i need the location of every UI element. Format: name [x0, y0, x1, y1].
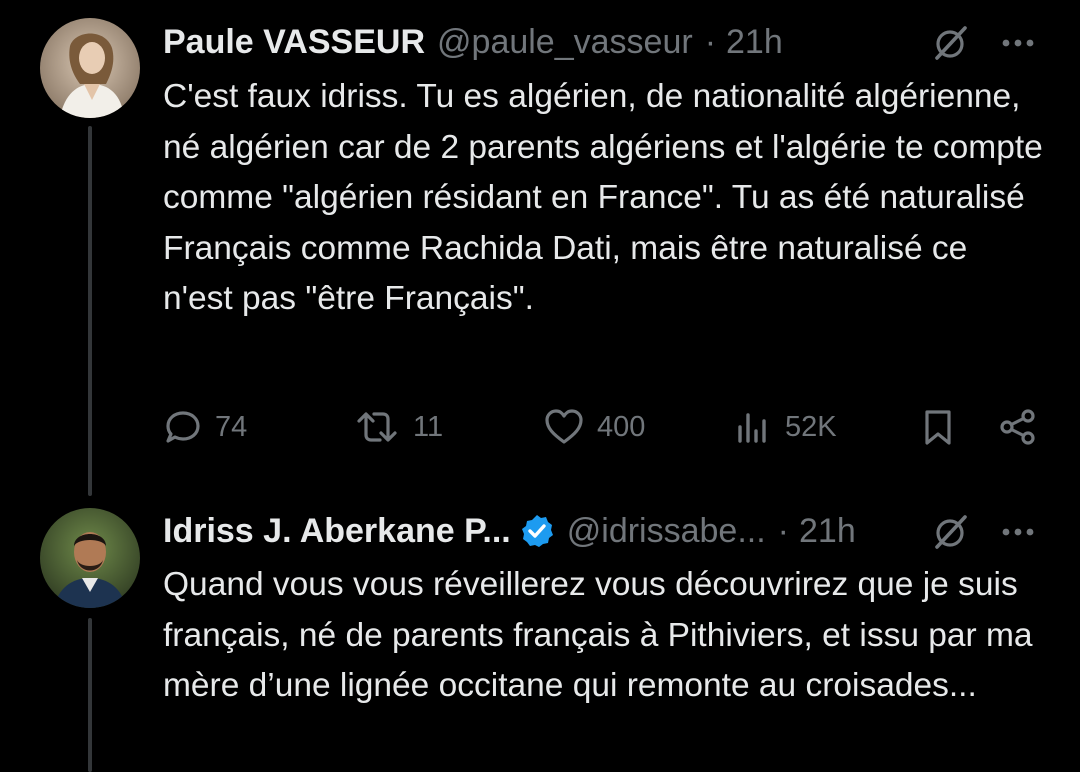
- repost-button[interactable]: 11: [353, 402, 443, 452]
- timestamp[interactable]: 21h: [726, 23, 783, 62]
- separator-dot: ·: [777, 511, 789, 550]
- author-handle[interactable]: @paule_vasseur: [437, 23, 693, 62]
- speech-bubble-icon: [163, 407, 203, 447]
- more-dots-icon[interactable]: [998, 23, 1038, 63]
- repost-count: 11: [413, 410, 444, 443]
- share-button[interactable]: [998, 402, 1038, 452]
- tweet-header: Paule VASSEUR @paule_vasseur · 21h: [163, 18, 783, 66]
- reply-button[interactable]: 74: [163, 402, 247, 452]
- bookmark-button[interactable]: [918, 402, 958, 452]
- views-button[interactable]: 52K: [733, 402, 837, 452]
- author-name[interactable]: Paule VASSEUR: [163, 23, 425, 62]
- repost-arrows-icon: [353, 407, 401, 447]
- verified-badge-icon: [519, 513, 555, 549]
- grok-slash-circle-icon[interactable]: [931, 23, 971, 63]
- separator-dot: ·: [704, 22, 717, 61]
- tweet-text: Quand vous vous réveillerez vous découvr…: [163, 566, 1033, 704]
- author-name[interactable]: Idriss J. Aberkane P...: [163, 512, 511, 551]
- tweet-text: C'est faux idriss. Tu es algérien, de na…: [163, 78, 1043, 317]
- thread-line: [88, 618, 92, 772]
- share-icon: [998, 407, 1038, 447]
- tweet-paule-vasseur[interactable]: Paule VASSEUR @paule_vasseur · 21h C'est…: [0, 0, 1080, 500]
- view-count: 52K: [785, 410, 837, 443]
- heart-icon: [543, 407, 585, 447]
- thread-line: [88, 126, 92, 496]
- avatar[interactable]: [40, 508, 140, 608]
- like-button[interactable]: 400: [543, 402, 645, 452]
- tweet-header: Idriss J. Aberkane P... @idrissabe... · …: [163, 507, 856, 555]
- more-dots-icon[interactable]: [998, 512, 1038, 552]
- reply-count: 74: [215, 410, 248, 443]
- grok-slash-circle-icon[interactable]: [931, 512, 971, 552]
- action-bar: 74 11 400 52K: [163, 402, 1043, 452]
- avatar[interactable]: [40, 18, 140, 118]
- tweet-idriss-aberkane[interactable]: Idriss J. Aberkane P... @idrissabe... · …: [0, 500, 1080, 772]
- bookmark-icon: [918, 407, 958, 447]
- timestamp[interactable]: 21h: [799, 512, 856, 551]
- author-handle[interactable]: @idrissabe...: [567, 512, 766, 551]
- bar-chart-icon: [733, 407, 773, 447]
- like-count: 400: [597, 410, 646, 443]
